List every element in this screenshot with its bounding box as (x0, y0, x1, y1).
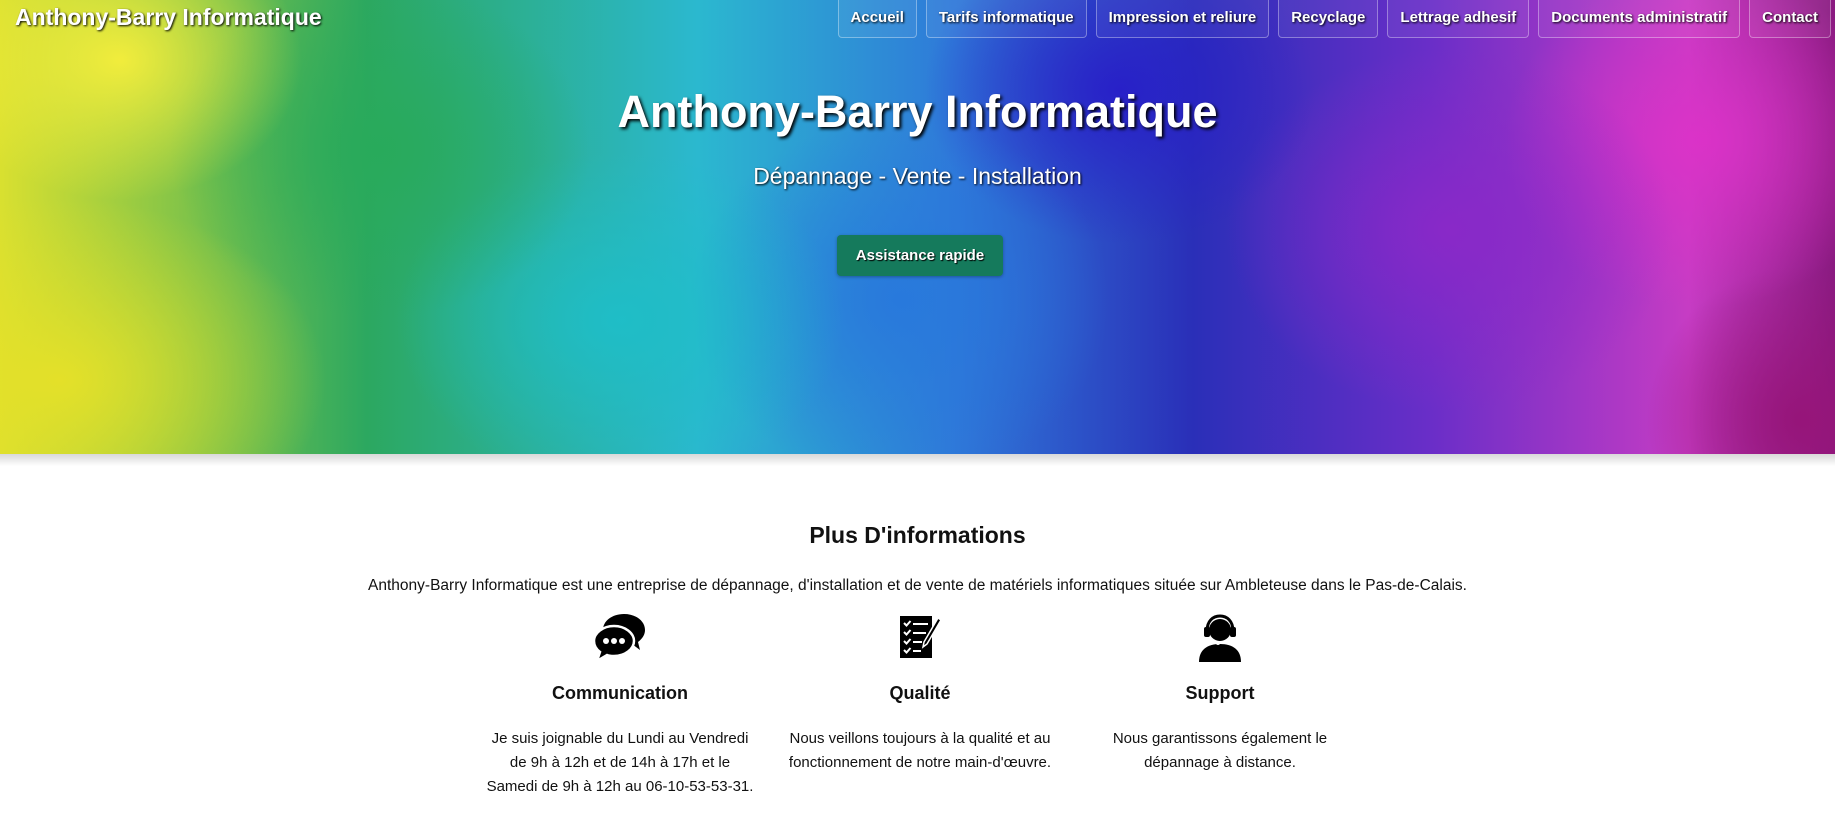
feature-qualite: Qualité Nous veillons toujours à la qual… (785, 612, 1055, 775)
main-nav: Accueil Tarifs informatique Impression e… (837, 0, 1831, 38)
section-title: Plus D'informations (809, 522, 1026, 548)
nav-recyclage[interactable]: Recyclage (1278, 0, 1379, 38)
feature-text: Nous veillons toujours à la qualité et a… (788, 730, 1052, 771)
feature-title: Qualité (889, 683, 951, 703)
nav-documents-administratif[interactable]: Documents administratif (1538, 0, 1741, 38)
hero-banner: Anthony-Barry Informatique Accueil Tarif… (0, 0, 1835, 454)
nav-lettrage-adhesif[interactable]: Lettrage adhesif (1387, 0, 1530, 38)
hero-shadow (0, 454, 1835, 466)
feature-support: Support Nous garantissons également le d… (1085, 612, 1355, 775)
checklist-icon (785, 612, 1055, 662)
nav-contact[interactable]: Contact (1749, 0, 1831, 38)
feature-text: Nous garantissons également le dépannage… (1112, 730, 1328, 771)
chat-bubbles-icon (485, 612, 755, 662)
nav-impression-reliure[interactable]: Impression et reliure (1095, 0, 1270, 38)
feature-communication: Communication Je suis joignable du Lundi… (485, 612, 755, 799)
feature-text: Je suis joignable du Lundi au Vendredi d… (486, 730, 754, 795)
nav-tarifs-informatique[interactable]: Tarifs informatique (925, 0, 1087, 38)
site-brand[interactable]: Anthony-Barry Informatique (15, 4, 322, 31)
assistance-rapide-button[interactable]: Assistance rapide (837, 235, 1003, 276)
hero-title: Anthony-Barry Informatique (617, 86, 1218, 137)
intro-text: Anthony-Barry Informatique est une entre… (368, 577, 1467, 594)
feature-title: Communication (551, 683, 688, 703)
nav-accueil[interactable]: Accueil (837, 0, 917, 38)
feature-title: Support (1185, 683, 1255, 703)
headset-support-icon (1085, 612, 1355, 662)
hero-subtitle: Dépannage - Vente - Installation (753, 163, 1082, 189)
